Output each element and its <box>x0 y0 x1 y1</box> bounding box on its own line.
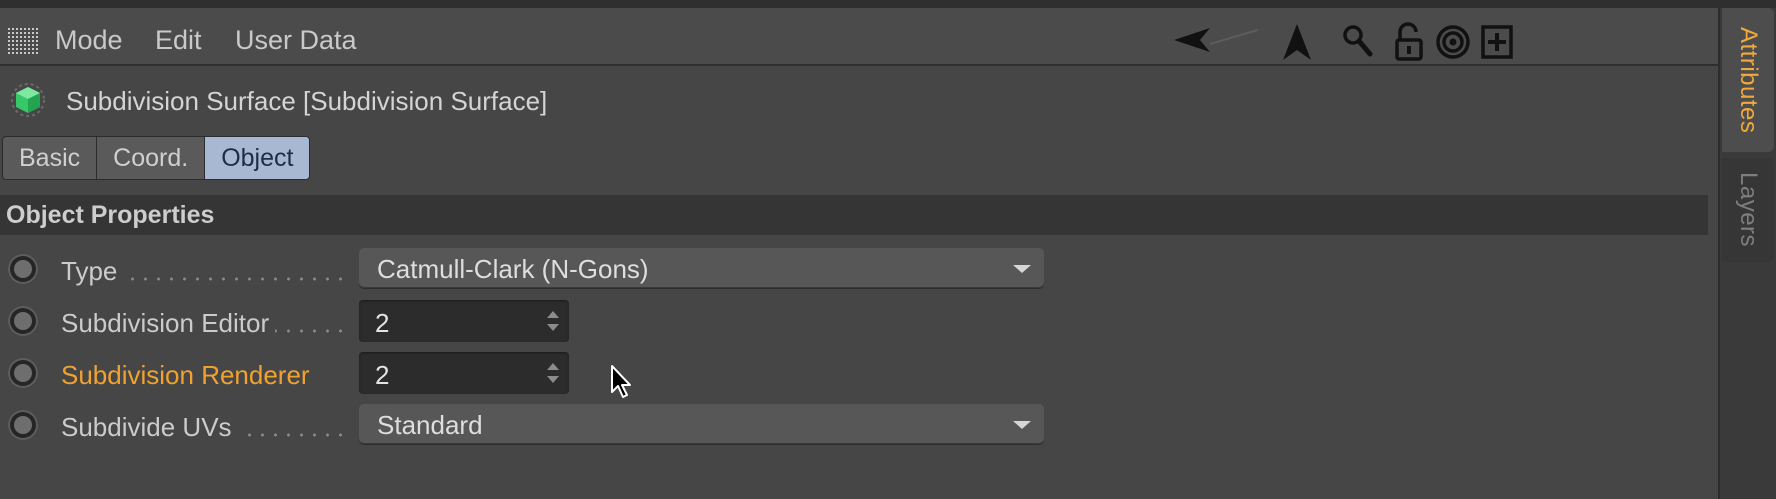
subdivide-uvs-dropdown[interactable]: Standard <box>359 404 1044 444</box>
property-label-subdivision-renderer: Subdivision Renderer <box>61 360 343 390</box>
lock-icon[interactable] <box>1392 22 1426 62</box>
side-tab-bar: Attributes Layers <box>1718 8 1776 499</box>
property-label-text: Type <box>61 256 124 286</box>
menu-edit[interactable]: Edit <box>155 25 202 56</box>
subdivision-renderer-field[interactable]: 2 <box>359 352 569 394</box>
property-row-type: Type Catmull-Clark (N-Gons) <box>0 245 1100 297</box>
animation-keyframe-radio[interactable] <box>8 358 38 388</box>
dropdown-arrow-icon <box>1013 265 1031 273</box>
section-title: Object Properties <box>6 201 215 229</box>
window-top-edge <box>0 0 1776 8</box>
type-dropdown[interactable]: Catmull-Clark (N-Gons) <box>359 248 1044 288</box>
menu-user-data[interactable]: User Data <box>235 25 357 56</box>
new-panel-icon[interactable] <box>1480 22 1514 62</box>
tab-coord[interactable]: Coord. <box>96 136 205 180</box>
side-tab-layers-label: Layers <box>1735 172 1762 248</box>
tab-object[interactable]: Object <box>204 136 311 180</box>
animation-keyframe-radio[interactable] <box>8 254 38 284</box>
search-icon[interactable] <box>1340 22 1374 62</box>
section-header[interactable]: Object Properties <box>0 195 1708 235</box>
property-row-subdivide-uvs: Subdivide UVs Standard <box>0 401 1100 453</box>
arrow-left-icon[interactable] <box>1172 22 1262 62</box>
property-label-subdivision-editor: Subdivision Editor <box>61 308 343 338</box>
animation-keyframe-radio[interactable] <box>8 410 38 440</box>
property-row-subdivision-editor: Subdivision Editor 2 <box>0 297 1100 349</box>
subdivision-surface-icon <box>11 83 45 117</box>
attribute-tabs: Basic Coord. Object <box>2 136 311 180</box>
arrow-up-icon[interactable] <box>1280 22 1314 62</box>
subdivision-editor-value: 2 <box>375 308 390 338</box>
property-label-text: Subdivision Renderer <box>61 360 316 390</box>
target-icon[interactable] <box>1434 22 1472 62</box>
subdivision-renderer-value: 2 <box>375 360 390 390</box>
menu-bar: Mode Edit User Data <box>0 8 1718 66</box>
property-label-text: Subdivision Editor <box>61 308 276 338</box>
menu-mode[interactable]: Mode <box>55 25 123 56</box>
property-label-type: Type <box>61 256 343 286</box>
animation-keyframe-radio[interactable] <box>8 306 38 336</box>
property-row-subdivision-renderer: Subdivision Renderer 2 <box>0 349 1100 401</box>
stepper-arrows-icon[interactable] <box>547 311 559 333</box>
dropdown-arrow-icon <box>1013 421 1031 429</box>
tab-basic[interactable]: Basic <box>2 136 97 180</box>
subdivision-editor-field[interactable]: 2 <box>359 300 569 342</box>
mouse-cursor-icon <box>611 365 631 398</box>
side-tab-layers[interactable]: Layers <box>1722 158 1774 262</box>
stepper-arrows-icon[interactable] <box>547 363 559 385</box>
type-dropdown-value: Catmull-Clark (N-Gons) <box>377 254 649 284</box>
object-title: Subdivision Surface [Subdivision Surface… <box>66 86 548 116</box>
panel-grip-icon[interactable] <box>8 28 38 56</box>
side-tab-attributes[interactable]: Attributes <box>1722 8 1774 152</box>
subdivide-uvs-dropdown-value: Standard <box>377 410 483 440</box>
property-label-subdivide-uvs: Subdivide UVs <box>61 412 343 442</box>
side-tab-attributes-label: Attributes <box>1735 26 1762 134</box>
property-label-text: Subdivide UVs <box>61 412 238 442</box>
